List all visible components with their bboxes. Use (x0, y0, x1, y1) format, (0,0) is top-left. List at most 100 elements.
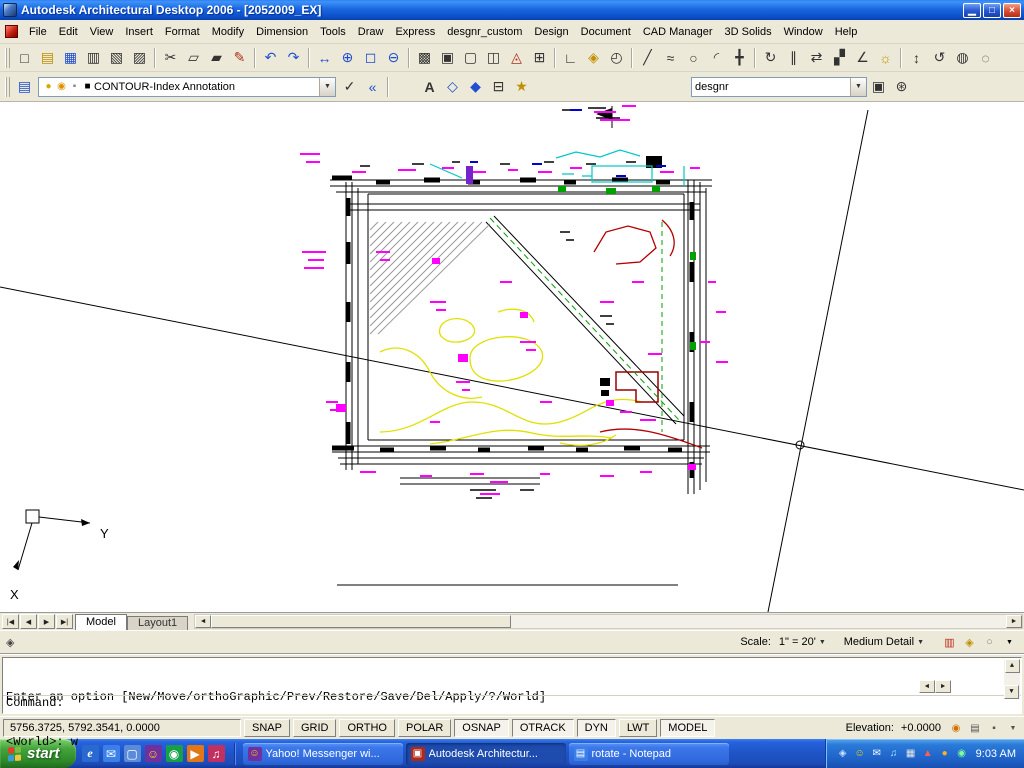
tab-layout1[interactable]: Layout1 (126, 616, 189, 630)
chevron-down-icon[interactable]: ▼ (1001, 634, 1018, 651)
save-icon[interactable]: ▦ (59, 46, 82, 69)
plot-preview-icon[interactable]: ▧ (105, 46, 128, 69)
layer-manager-icon[interactable]: ▤ (13, 75, 36, 98)
minimize-button[interactable]: ▁ (963, 2, 981, 18)
paste-icon[interactable]: ▰ (205, 46, 228, 69)
surface-tool-icon[interactable]: ◇ (441, 75, 464, 98)
lock-icon[interactable]: ▪ (68, 81, 81, 92)
close-button[interactable]: × (1003, 2, 1021, 18)
line-icon[interactable]: ╱ (636, 46, 659, 69)
designcenter-icon[interactable]: ▣ (436, 46, 459, 69)
circle-icon[interactable]: ○ (682, 46, 705, 69)
sun-icon[interactable]: ◉ (55, 81, 68, 92)
mass-element-icon[interactable]: ◆ (464, 75, 487, 98)
menu-express[interactable]: Express (389, 22, 441, 42)
menu-file[interactable]: File (23, 22, 53, 42)
polyline-icon[interactable]: ≈ (659, 46, 682, 69)
menu-help[interactable]: Help (829, 22, 864, 42)
3d-orbit-icon[interactable]: ◴ (605, 46, 628, 69)
open-icon[interactable]: ▤ (36, 46, 59, 69)
scroll-down-icon[interactable]: ▼ (1004, 685, 1019, 699)
last-tab-button[interactable]: ▶| (56, 614, 73, 629)
scroll-right-icon[interactable]: ► (1006, 615, 1022, 628)
command-prompt[interactable]: Command: (6, 696, 64, 711)
mirror-icon[interactable]: ⇄ (805, 46, 828, 69)
tool-palettes-icon[interactable]: ▢ (459, 46, 482, 69)
markup-icon[interactable]: ◬ (505, 46, 528, 69)
layer-previous-icon[interactable]: « (361, 75, 384, 98)
menu-insert[interactable]: Insert (119, 22, 159, 42)
scroll-right-icon[interactable]: ► (935, 680, 951, 693)
rotate-icon[interactable]: ↻ (759, 46, 782, 69)
render-icon[interactable]: ◍ (951, 46, 974, 69)
drawing-canvas[interactable]: Y X (0, 102, 1024, 612)
menu-modify[interactable]: Modify (206, 22, 250, 42)
properties-icon[interactable]: ▩ (413, 46, 436, 69)
scale-select[interactable]: 1" = 20' ▼ (775, 635, 830, 649)
pan-icon[interactable]: ↔ (313, 46, 336, 69)
undo-icon[interactable]: ↶ (259, 46, 282, 69)
menu-edit[interactable]: Edit (53, 22, 84, 42)
style-manager-icon[interactable]: ★ (510, 75, 533, 98)
redraw-icon[interactable]: ☼ (874, 46, 897, 69)
dim-linear-icon[interactable]: ↕ (905, 46, 928, 69)
calculator-icon[interactable]: ⊟ (487, 75, 510, 98)
restore-button[interactable]: □ (983, 2, 1001, 18)
first-tab-button[interactable]: |◀ (2, 614, 19, 629)
qnew-icon[interactable]: □ (13, 46, 36, 69)
named-views-icon[interactable]: ◈ (582, 46, 605, 69)
settings-icon[interactable]: ⊛ (890, 75, 913, 98)
scroll-up-icon[interactable]: ▲ (1004, 659, 1020, 673)
toolbar-grip[interactable] (5, 76, 10, 97)
ucs-icon[interactable]: ∟ (559, 46, 582, 69)
display-config-icon[interactable]: ▥ (941, 634, 958, 651)
style-combo[interactable]: desgnr ▼ (691, 76, 867, 97)
make-object-layer-current-icon[interactable]: ✓ (338, 75, 361, 98)
detail-select[interactable]: Medium Detail ▼ (840, 635, 928, 649)
scroll-left-icon[interactable]: ◄ (195, 615, 212, 628)
document-icon[interactable] (5, 25, 18, 38)
command-text-area[interactable]: Enter an option [New/Move/orthoGraphic/P… (2, 657, 1022, 749)
flyout-icon[interactable]: ◈ (6, 636, 14, 649)
chevron-down-icon[interactable]: ▼ (850, 77, 866, 96)
bulb-icon[interactable]: ○ (981, 634, 998, 651)
copy-icon[interactable]: ▱ (182, 46, 205, 69)
horizontal-scrollbar-track[interactable] (511, 615, 1006, 628)
distance-icon[interactable]: ∠ (851, 46, 874, 69)
move-icon[interactable]: ╋ (728, 46, 751, 69)
menu-draw[interactable]: Draw (352, 22, 390, 42)
title-bar[interactable]: Autodesk Architectural Desktop 2006 - [2… (0, 0, 1024, 20)
plot-icon[interactable]: ▥ (82, 46, 105, 69)
command-vertical-scrollbar[interactable]: ▲ ▼ (1004, 659, 1020, 699)
chevron-down-icon[interactable]: ▼ (1005, 720, 1021, 736)
menu-3d-solids[interactable]: 3D Solids (719, 22, 778, 42)
menu-format[interactable]: Format (159, 22, 206, 42)
menu-dimension[interactable]: Dimension (250, 22, 314, 42)
redo-icon[interactable]: ↷ (282, 46, 305, 69)
quickcalc-icon[interactable]: ⊞ (528, 46, 551, 69)
cut-icon[interactable]: ✂ (159, 46, 182, 69)
bulb-icon[interactable]: ● (42, 81, 55, 92)
tab-model[interactable]: Model (75, 614, 127, 630)
sheet-set-manager-icon[interactable]: ◫ (482, 46, 505, 69)
layer-combo[interactable]: ● ◉ ▪ ■ CONTOUR-Index Annotation ▼ (38, 76, 336, 97)
detail-level-icon[interactable]: ◈ (961, 634, 978, 651)
menu-cad-manager[interactable]: CAD Manager (637, 22, 719, 42)
menu-tools[interactable]: Tools (314, 22, 352, 42)
zoom-previous-icon[interactable]: ⊖ (382, 46, 405, 69)
zoom-realtime-icon[interactable]: ⊕ (336, 46, 359, 69)
zoom-window-icon[interactable]: ◻ (359, 46, 382, 69)
offset-icon[interactable]: ∥ (782, 46, 805, 69)
publish-icon[interactable]: ▨ (128, 46, 151, 69)
previous-tab-button[interactable]: ◀ (20, 614, 37, 629)
command-horizontal-scrollbar[interactable]: ◄ ► (919, 680, 951, 693)
chevron-down-icon[interactable]: ▼ (319, 77, 335, 96)
match-properties-icon[interactable]: ✎ (228, 46, 251, 69)
toolbar-grip[interactable] (5, 47, 10, 68)
menu-view[interactable]: View (84, 22, 120, 42)
menu-desgnr-custom[interactable]: desgnr_custom (441, 22, 528, 42)
layer-isolate-icon[interactable]: ◌ (974, 46, 997, 69)
horizontal-scrollbar[interactable]: ◄ ► (194, 614, 1023, 629)
scroll-left-icon[interactable]: ◄ (919, 680, 935, 693)
content-browser-icon[interactable]: ▣ (867, 75, 890, 98)
